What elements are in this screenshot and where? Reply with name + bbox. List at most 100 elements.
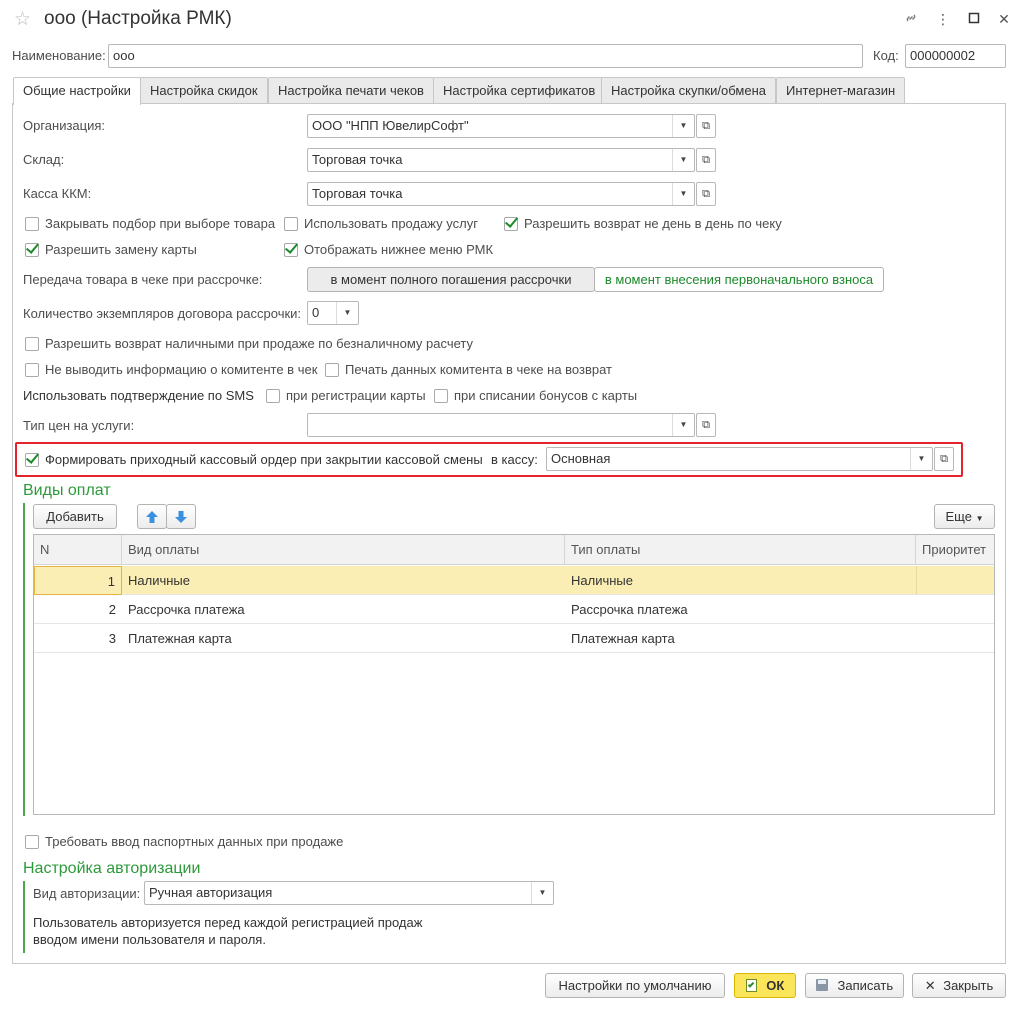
installment-option-initial[interactable]: в момент внесения первоначального взноса xyxy=(594,267,884,292)
payment-priority xyxy=(916,566,994,595)
kkm-select[interactable]: Торговая точка ▼ xyxy=(307,182,695,206)
allow-return-checkbox[interactable] xyxy=(504,217,518,231)
close-label: Закрыть xyxy=(943,978,994,993)
column-header-type[interactable]: Тип оплаты xyxy=(565,535,916,565)
more-button[interactable]: Еще ▼ xyxy=(934,504,995,529)
no-committent-checkbox[interactable] xyxy=(25,363,39,377)
service-price-select[interactable]: ▼ xyxy=(307,413,695,437)
payments-section-title: Виды оплат xyxy=(23,482,111,499)
open-icon[interactable]: ⧉ xyxy=(696,114,716,138)
table-row[interactable]: 2 Рассрочка платежа Рассрочка платежа xyxy=(34,595,994,624)
payment-kind: Наличные xyxy=(128,573,190,588)
dropdown-arrow-icon[interactable]: ▼ xyxy=(672,183,694,205)
open-icon[interactable]: ⧉ xyxy=(934,447,954,471)
move-up-button[interactable] xyxy=(137,504,167,529)
auth-note-line1: Пользователь авторизуется перед каждой р… xyxy=(33,915,423,930)
name-value: ооо xyxy=(113,48,135,63)
favorite-star-icon[interactable]: ☆ xyxy=(14,8,31,31)
code-input[interactable]: 000000002 xyxy=(905,44,1006,68)
arrow-up-icon xyxy=(146,511,158,523)
service-price-label: Тип цен на услуги: xyxy=(23,418,135,433)
name-input[interactable]: ооо xyxy=(108,44,863,68)
close-selection-checkbox[interactable] xyxy=(25,217,39,231)
name-label: Наименование: xyxy=(12,48,106,63)
tab-buyback[interactable]: Настройка скупки/обмена xyxy=(601,77,777,104)
more-icon[interactable]: ⋮ xyxy=(934,10,952,28)
dropdown-arrow-icon[interactable]: ▼ xyxy=(336,302,358,324)
ok-button[interactable]: ОК xyxy=(734,973,796,998)
payment-priority xyxy=(916,624,994,653)
open-icon[interactable]: ⧉ xyxy=(696,148,716,172)
add-button[interactable]: Добавить xyxy=(33,504,117,529)
payment-kind: Рассрочка платежа xyxy=(128,602,245,617)
warehouse-label: Склад: xyxy=(23,152,65,167)
installment-option-full[interactable]: в момент полного погашения рассрочки xyxy=(307,267,595,292)
open-icon[interactable]: ⧉ xyxy=(696,182,716,206)
maximize-icon[interactable] xyxy=(965,10,983,28)
organization-value: ООО "НПП ЮвелирСофт" xyxy=(312,118,469,133)
contract-copies-select[interactable]: 0 ▼ xyxy=(307,301,359,325)
save-button[interactable]: Записать xyxy=(805,973,904,998)
organization-select[interactable]: ООО "НПП ЮвелирСофт" ▼ xyxy=(307,114,695,138)
cash-order-label: Формировать приходный кассовый ордер при… xyxy=(45,452,483,467)
passport-checkbox[interactable] xyxy=(25,835,39,849)
row-number: 3 xyxy=(108,631,116,646)
allow-card-replace-checkbox[interactable] xyxy=(25,243,39,257)
window-title: ооо (Настройка РМК) xyxy=(44,8,232,29)
link-icon[interactable] xyxy=(902,10,920,28)
auth-type-value: Ручная авторизация xyxy=(149,885,273,900)
sms-bonus-checkbox[interactable] xyxy=(434,389,448,403)
warehouse-select[interactable]: Торговая точка ▼ xyxy=(307,148,695,172)
defaults-button[interactable]: Настройки по умолчанию xyxy=(545,973,725,998)
dropdown-arrow-icon[interactable]: ▼ xyxy=(531,882,553,904)
use-services-checkbox[interactable] xyxy=(284,217,298,231)
section-bar xyxy=(23,881,25,953)
show-bottom-menu-checkbox[interactable] xyxy=(284,243,298,257)
auth-note: Пользователь авторизуется перед каждой р… xyxy=(33,914,422,948)
column-header-priority[interactable]: Приоритет xyxy=(916,535,994,565)
tab-discounts[interactable]: Настройка скидок xyxy=(140,77,268,104)
move-down-button[interactable] xyxy=(166,504,196,529)
payment-kind: Платежная карта xyxy=(128,631,232,646)
dropdown-arrow-icon[interactable]: ▼ xyxy=(910,448,932,470)
cash-return-checkbox[interactable] xyxy=(25,337,39,351)
sms-bonus-label: при списании бонусов с карты xyxy=(454,388,638,403)
dropdown-arrow-icon[interactable]: ▼ xyxy=(672,149,694,171)
cashbox-value: Основная xyxy=(551,451,611,466)
dropdown-arrow-icon[interactable]: ▼ xyxy=(672,115,694,137)
passport-label: Требовать ввод паспортных данных при про… xyxy=(45,834,344,849)
open-icon[interactable]: ⧉ xyxy=(696,413,716,437)
auth-type-select[interactable]: Ручная авторизация ▼ xyxy=(144,881,554,905)
more-button-label: Еще xyxy=(945,509,972,524)
row-number: 2 xyxy=(108,602,116,617)
table-row[interactable]: 1 Наличные Наличные xyxy=(34,566,994,595)
allow-card-replace-label: Разрешить замену карты xyxy=(45,242,197,257)
allow-return-label: Разрешить возврат не день в день по чеку xyxy=(524,216,782,231)
payments-table[interactable]: N Вид оплаты Тип оплаты Приоритет 1 Нали… xyxy=(33,534,995,815)
print-committent-label: Печать данных комитента в чеке на возвра… xyxy=(345,362,613,377)
print-committent-checkbox[interactable] xyxy=(325,363,339,377)
payment-type: Платежная карта xyxy=(571,631,675,646)
column-header-kind[interactable]: Вид оплаты xyxy=(122,535,565,565)
auth-section-title: Настройка авторизации xyxy=(23,860,201,877)
organization-label: Организация: xyxy=(23,118,106,133)
tab-certificates[interactable]: Настройка сертификатов xyxy=(433,77,606,104)
to-cashbox-label: в кассу: xyxy=(491,452,538,467)
column-header-n[interactable]: N xyxy=(34,535,122,565)
auth-type-label: Вид авторизации: xyxy=(33,886,141,901)
cash-order-checkbox[interactable] xyxy=(25,453,39,467)
tab-online-store[interactable]: Интернет-магазин xyxy=(776,77,906,104)
use-services-label: Использовать продажу услуг xyxy=(304,216,478,231)
tab-general[interactable]: Общие настройки xyxy=(13,77,141,105)
tab-receipt-print[interactable]: Настройка печати чеков xyxy=(268,77,434,104)
close-button[interactable]: ✕ Закрыть xyxy=(912,973,1006,998)
sms-label: Использовать подтверждение по SMS xyxy=(23,388,254,403)
table-row[interactable]: 3 Платежная карта Платежная карта xyxy=(34,624,994,653)
close-icon[interactable]: ✕ xyxy=(995,10,1013,28)
close-selection-label: Закрывать подбор при выборе товара xyxy=(45,216,276,231)
ok-label: ОК xyxy=(766,978,785,993)
kkm-value: Торговая точка xyxy=(312,186,403,201)
dropdown-arrow-icon[interactable]: ▼ xyxy=(672,414,694,436)
sms-register-checkbox[interactable] xyxy=(266,389,280,403)
cashbox-select[interactable]: Основная ▼ xyxy=(546,447,933,471)
